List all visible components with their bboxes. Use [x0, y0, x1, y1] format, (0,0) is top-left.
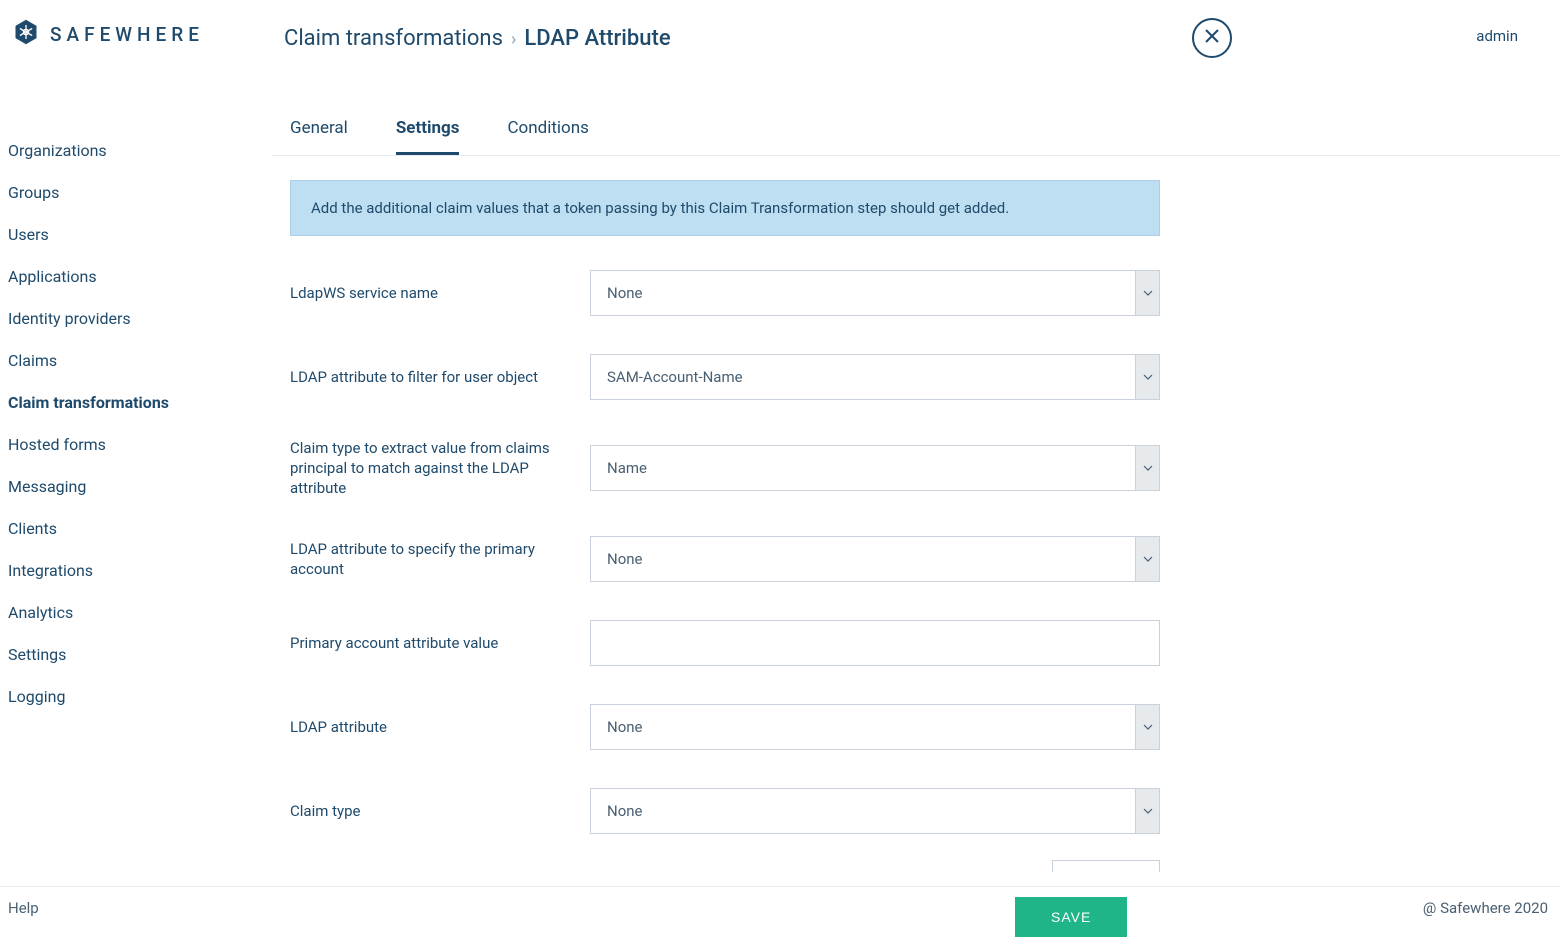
input-primary-account-value[interactable] — [590, 620, 1160, 666]
select-value: None — [591, 537, 1135, 581]
breadcrumb-current: LDAP Attribute — [524, 26, 670, 51]
close-button[interactable] — [1192, 18, 1232, 58]
tab-settings[interactable]: Settings — [396, 118, 460, 155]
select-value: SAM-Account-Name — [591, 355, 1135, 399]
sidebar-item-clients[interactable]: Clients — [8, 508, 272, 550]
label-ldap-attribute: LDAP attribute — [290, 717, 560, 737]
chevron-down-icon — [1135, 537, 1159, 581]
sidebar-item-hosted-forms[interactable]: Hosted forms — [8, 424, 272, 466]
sidebar-item-analytics[interactable]: Analytics — [8, 592, 272, 634]
select-claim-type-match[interactable]: Name — [590, 445, 1160, 491]
select-value: None — [591, 789, 1135, 833]
label-ldap-primary-attr: LDAP attribute to specify the primary ac… — [290, 539, 560, 579]
info-banner: Add the additional claim values that a t… — [290, 180, 1160, 236]
label-claim-type: Claim type — [290, 801, 560, 821]
select-claim-type[interactable]: None — [590, 788, 1160, 834]
logo-icon — [12, 18, 40, 50]
chevron-down-icon — [1135, 705, 1159, 749]
select-value: None — [591, 705, 1135, 749]
close-icon — [1204, 28, 1220, 48]
tab-conditions[interactable]: Conditions — [507, 118, 588, 155]
label-ldapws-service-name: LdapWS service name — [290, 283, 560, 303]
sidebar-item-applications[interactable]: Applications — [8, 256, 272, 298]
chevron-right-icon: › — [511, 29, 516, 50]
sidebar: Organizations Groups Users Applications … — [0, 58, 272, 886]
brand-logo[interactable]: SAFEWHERE — [12, 18, 284, 50]
select-value: None — [591, 271, 1135, 315]
label-ldap-filter-attr: LDAP attribute to filter for user object — [290, 367, 560, 387]
select-ldap-primary-attr[interactable]: None — [590, 536, 1160, 582]
copyright: @ Safewhere 2020 — [1423, 899, 1548, 917]
current-user[interactable]: admin — [1476, 27, 1518, 45]
sidebar-item-claims[interactable]: Claims — [8, 340, 272, 382]
breadcrumb: Claim transformations › LDAP Attribute — [284, 26, 671, 51]
partial-button[interactable] — [1052, 860, 1160, 872]
sidebar-item-settings[interactable]: Settings — [8, 634, 272, 676]
footer: Help SAVE @ Safewhere 2020 — [0, 886, 1560, 929]
tabs: General Settings Conditions — [290, 118, 1542, 156]
label-primary-account-value: Primary account attribute value — [290, 633, 560, 653]
tab-general[interactable]: General — [290, 118, 348, 155]
breadcrumb-parent[interactable]: Claim transformations — [284, 26, 503, 51]
help-link[interactable]: Help — [8, 899, 39, 917]
sidebar-item-claim-transformations[interactable]: Claim transformations — [8, 382, 272, 424]
sidebar-item-users[interactable]: Users — [8, 214, 272, 256]
sidebar-item-organizations[interactable]: Organizations — [8, 130, 272, 172]
chevron-down-icon — [1135, 789, 1159, 833]
chevron-down-icon — [1135, 446, 1159, 490]
chevron-down-icon — [1135, 355, 1159, 399]
brand-name: SAFEWHERE — [50, 23, 204, 46]
sidebar-item-integrations[interactable]: Integrations — [8, 550, 272, 592]
select-ldap-attribute[interactable]: None — [590, 704, 1160, 750]
main-content: General Settings Conditions Add the addi… — [272, 58, 1560, 886]
select-ldap-filter-attr[interactable]: SAM-Account-Name — [590, 354, 1160, 400]
sidebar-item-groups[interactable]: Groups — [8, 172, 272, 214]
save-button[interactable]: SAVE — [1015, 897, 1127, 937]
chevron-down-icon — [1135, 271, 1159, 315]
select-ldapws-service-name[interactable]: None — [590, 270, 1160, 316]
sidebar-item-logging[interactable]: Logging — [8, 676, 272, 718]
label-claim-type-match: Claim type to extract value from claims … — [290, 438, 560, 498]
select-value: Name — [591, 446, 1135, 490]
sidebar-item-identity-providers[interactable]: Identity providers — [8, 298, 272, 340]
sidebar-item-messaging[interactable]: Messaging — [8, 466, 272, 508]
